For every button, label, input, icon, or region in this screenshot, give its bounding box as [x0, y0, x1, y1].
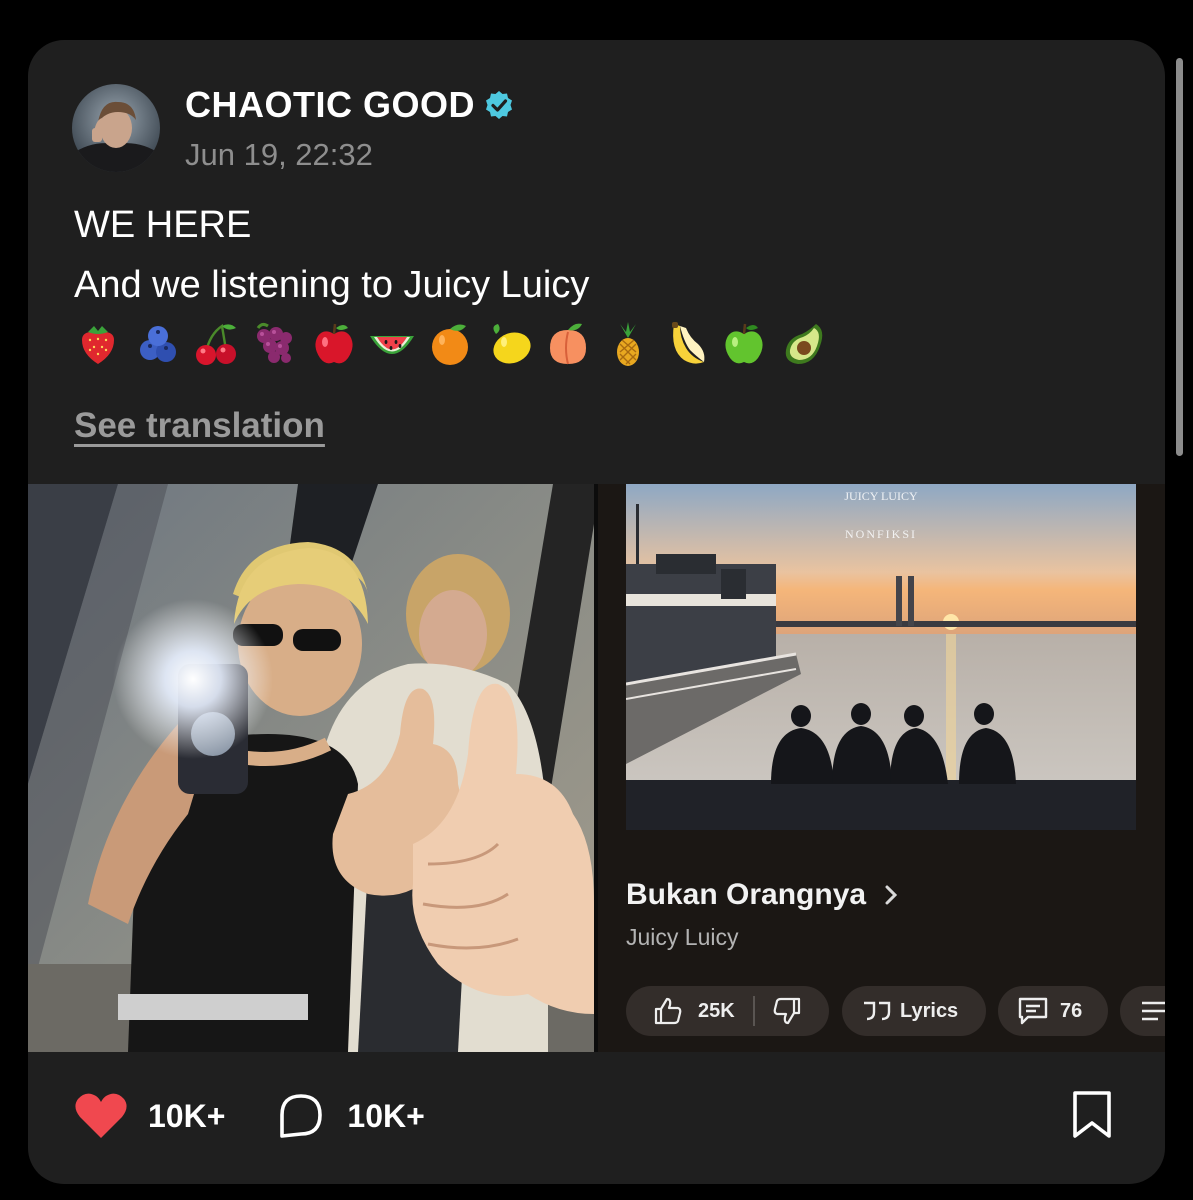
- cherries-icon: [196, 323, 236, 365]
- reply-bubble-icon[interactable]: [277, 1092, 325, 1140]
- author-row: CHAOTIC GOOD: [185, 84, 515, 126]
- song-comments-button[interactable]: 76: [998, 986, 1108, 1036]
- song-title-row[interactable]: Bukan Orangnya: [626, 878, 898, 912]
- bookmark-icon[interactable]: [1070, 1090, 1114, 1140]
- tangerine-icon: [432, 324, 468, 365]
- red-apple-icon: [315, 323, 353, 364]
- quote-icon: [864, 1001, 891, 1021]
- peach-icon: [550, 323, 586, 365]
- media-carousel[interactable]: JUICY LUICY NONFIKSI Bukan Orangnya Juic…: [28, 484, 1165, 1052]
- lyrics-button[interactable]: Lyrics: [842, 986, 986, 1036]
- post-action-bar: 10K+ 10K+: [74, 1088, 425, 1144]
- strawberry-icon: [82, 326, 114, 364]
- like-count: 10K+: [148, 1097, 226, 1134]
- heart-icon[interactable]: [74, 1092, 128, 1140]
- post-card: CHAOTIC GOOD Jun 19, 22:32 WE HERE And w…: [28, 40, 1165, 1184]
- post-timestamp: Jun 19, 22:32: [185, 137, 373, 172]
- song-title[interactable]: Bukan Orangnya: [626, 878, 866, 912]
- avocado-icon: [785, 324, 823, 364]
- thumbs-down-icon[interactable]: [771, 995, 803, 1027]
- verified-badge-icon: [486, 91, 512, 119]
- song-like-count: 25K: [698, 999, 735, 1022]
- queue-icon: [1142, 1001, 1165, 1021]
- post-text-line-2: And we listening to Juicy Luicy: [74, 264, 590, 306]
- chevron-right-icon: [885, 885, 898, 905]
- emoji-row: [74, 312, 854, 372]
- pineapple-icon: [617, 322, 639, 366]
- post-text-line-1: WE HERE: [74, 204, 252, 246]
- song-comment-count: 76: [1060, 999, 1083, 1022]
- reply-count: 10K+: [347, 1097, 425, 1134]
- banana-icon: [672, 322, 705, 364]
- pill-divider: [752, 996, 755, 1026]
- author-name[interactable]: CHAOTIC GOOD: [185, 84, 475, 126]
- mirror-selfie-photo[interactable]: [28, 484, 594, 1052]
- see-translation-link[interactable]: See translation: [74, 406, 325, 446]
- album-art: JUICY LUICY NONFIKSI: [626, 484, 1136, 830]
- blueberries-icon: [140, 326, 176, 362]
- lemon-icon: [493, 324, 531, 364]
- song-artist[interactable]: Juicy Luicy: [626, 924, 738, 951]
- comment-box-icon: [1018, 997, 1048, 1025]
- watermelon-icon: [370, 336, 414, 354]
- scrollbar[interactable]: [1176, 58, 1183, 456]
- thumbs-up-icon[interactable]: [652, 995, 684, 1027]
- album-subtitle: NONFIKSI: [845, 527, 917, 541]
- queue-button[interactable]: [1120, 986, 1165, 1036]
- album-logo: JUICY LUICY: [844, 489, 918, 503]
- like-dislike-pill: 25K: [626, 986, 829, 1036]
- lyrics-label: Lyrics: [900, 999, 959, 1022]
- author-avatar[interactable]: [72, 84, 160, 172]
- music-card-screenshot[interactable]: JUICY LUICY NONFIKSI Bukan Orangnya Juic…: [598, 484, 1165, 1052]
- grapes-icon: [256, 322, 292, 363]
- green-apple-icon: [725, 323, 763, 364]
